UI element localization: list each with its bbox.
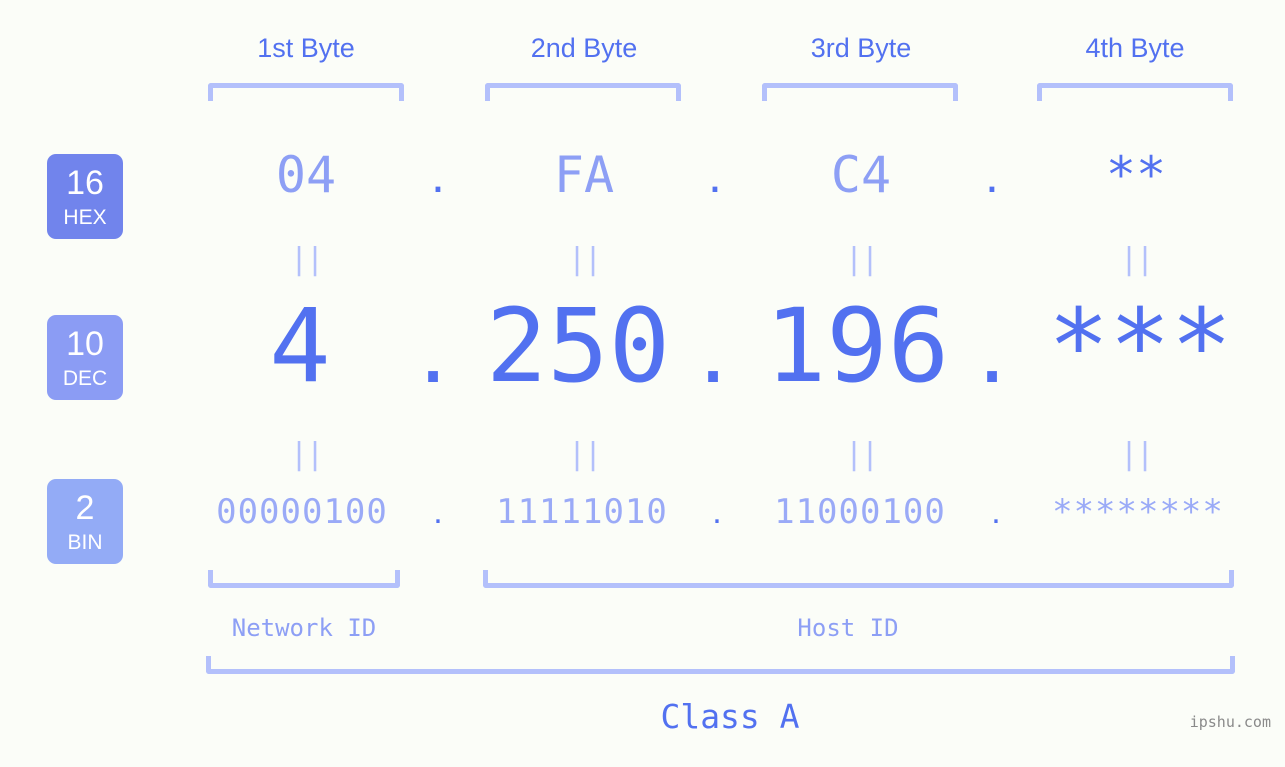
dec-octet-2: 250 xyxy=(485,287,671,406)
byte-bracket-top-4 xyxy=(1037,83,1233,101)
radix-badge-dec-base: 10 xyxy=(66,325,104,363)
bin-octet-4: ******** xyxy=(1052,492,1224,532)
byte-header-4: 4th Byte xyxy=(1085,33,1185,63)
site-watermark: ipshu.com xyxy=(1189,713,1271,731)
bin-octet-2: 11111010 xyxy=(496,492,668,532)
equals-mark-hex-dec-3: || xyxy=(844,242,879,277)
radix-badge-bin: 2 BIN xyxy=(47,479,123,564)
equals-mark-hex-dec-1: || xyxy=(289,242,324,277)
dec-octet-3: 196 xyxy=(764,287,950,406)
dec-separator-1: . xyxy=(418,290,448,404)
hex-octet-4: ** xyxy=(1105,146,1167,204)
byte-header-3: 3rd Byte xyxy=(810,33,912,63)
dec-octet-1: 4 xyxy=(269,287,331,406)
hex-octet-1: 04 xyxy=(275,146,337,204)
equals-mark-dec-bin-3: || xyxy=(844,437,879,472)
bin-octet-1: 00000100 xyxy=(216,492,388,532)
hex-separator-2: . xyxy=(708,147,722,203)
byte-bracket-top-1 xyxy=(208,83,404,101)
byte-bracket-top-2 xyxy=(485,83,681,101)
bin-octet-3: 11000100 xyxy=(774,492,946,532)
radix-badge-hex-label: HEX xyxy=(63,206,107,229)
network-id-label: Network ID xyxy=(231,614,377,642)
bin-separator-2: . xyxy=(712,493,722,531)
bin-separator-3: . xyxy=(991,493,1001,531)
radix-badge-dec: 10 DEC xyxy=(47,315,123,400)
radix-badge-hex-base: 16 xyxy=(66,164,104,202)
radix-badge-bin-label: BIN xyxy=(67,531,103,554)
hex-octet-2: FA xyxy=(553,146,615,204)
equals-mark-hex-dec-4: || xyxy=(1119,242,1154,277)
class-label: Class A xyxy=(660,697,800,736)
byte-header-2: 2nd Byte xyxy=(530,33,638,63)
host-id-bracket xyxy=(483,570,1234,588)
equals-mark-hex-dec-2: || xyxy=(567,242,602,277)
network-id-bracket xyxy=(208,570,400,588)
equals-mark-dec-bin-2: || xyxy=(567,437,602,472)
dec-separator-2: . xyxy=(698,290,728,404)
dec-octet-4: *** xyxy=(1047,287,1233,406)
byte-bracket-top-3 xyxy=(762,83,958,101)
class-bracket xyxy=(206,656,1235,674)
byte-header-1: 1st Byte xyxy=(257,33,355,63)
hex-separator-1: . xyxy=(431,147,445,203)
hex-separator-3: . xyxy=(985,147,999,203)
hex-octet-3: C4 xyxy=(830,146,892,204)
radix-badge-dec-label: DEC xyxy=(62,367,108,390)
dec-separator-3: . xyxy=(977,290,1007,404)
radix-badge-bin-base: 2 xyxy=(75,489,95,527)
ip-breakdown-diagram: 1st Byte 2nd Byte 3rd Byte 4th Byte 16 H… xyxy=(0,0,1285,767)
equals-mark-dec-bin-4: || xyxy=(1119,437,1154,472)
equals-mark-dec-bin-1: || xyxy=(289,437,324,472)
bin-separator-1: . xyxy=(433,493,443,531)
host-id-label: Host ID xyxy=(797,614,899,642)
radix-badge-hex: 16 HEX xyxy=(47,154,123,239)
